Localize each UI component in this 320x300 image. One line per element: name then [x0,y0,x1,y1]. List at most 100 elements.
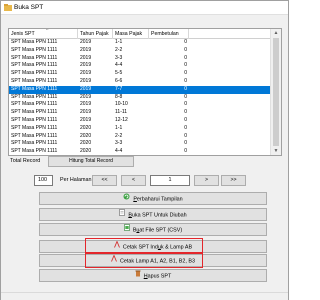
table-cell: 0 [184,124,187,131]
table-row[interactable]: SPT Masa PPN 1111 2019 4-4 0 [9,62,271,70]
column-header-tahun-pajak[interactable]: Tahun Pajak [78,29,113,39]
csv-file-icon [124,224,130,236]
table-cell: 1-1 [115,124,123,131]
table-cell: 0 [184,116,187,123]
cetak-lamp-label: Cetak Lamp A1, A2, B1, B2, B3 [120,258,195,265]
cetak-lamp-button[interactable]: Cetak Lamp A1, A2, B1, B2, B3 [39,254,267,267]
previous-page-button[interactable]: < [121,175,146,186]
table-row[interactable]: SPT Masa PPN 1111 2020 2-2 0 [9,133,271,141]
table-cell: 2-2 [115,132,123,139]
hitung-total-record-button[interactable]: Hitung Total Record [48,156,134,167]
table-cell: SPT Masa PPN 1111 [11,85,58,92]
table-cell: SPT Masa PPN 1111 [11,46,58,53]
table-cell: 0 [184,93,187,100]
scroll-up-icon[interactable]: ▲ [271,29,281,37]
table-cell: 3-3 [115,54,123,61]
table-cell: 0 [184,62,187,69]
table-cell: 0 [184,101,187,108]
hapus-spt-button[interactable]: Hapus SPT [39,269,267,282]
table-cell: SPT Masa PPN 1111 [11,101,58,108]
table-row[interactable]: SPT Masa PPN 1111 2019 5-5 0 [9,70,271,78]
table-cell: 2019 [80,101,92,108]
open-document-icon [119,209,126,221]
column-header-jenis-spt[interactable]: Jenis SPT [9,29,78,39]
scroll-down-icon[interactable]: ▼ [271,147,281,155]
table-row[interactable]: SPT Masa PPN 1111 2020 4-4 0 [9,148,271,155]
buka-post: uka SPT Untuk Diubah [131,212,187,219]
table-cell: 2019 [80,93,92,100]
buka-spt-untuk-diubah-button[interactable]: Buka SPT Untuk Diubah [39,208,267,221]
table-cell: 0 [184,54,187,61]
table-row[interactable]: SPT Masa PPN 1111 2019 2-2 0 [9,47,271,55]
table-cell: 11-11 [115,109,128,116]
buka-spt-window: Buka SPT ^ Jenis SPT Tahun Pajak Masa Pa… [0,0,289,300]
table-cell: 2019 [80,39,92,45]
table-cell: SPT Masa PPN 1111 [11,62,58,69]
table-cell: 0 [184,109,187,116]
table-cell: 2020 [80,148,92,155]
hapus-post: apus SPT [147,273,172,280]
next-page-button[interactable]: > [194,175,219,186]
table-row[interactable]: SPT Masa PPN 1111 2020 3-3 0 [9,140,271,148]
table-cell: SPT Masa PPN 1111 [11,54,58,61]
table-cell: 2019 [80,109,92,116]
per-page-label: Per Halaman [60,177,92,183]
table-cell: 0 [184,70,187,77]
column-header-pembetulan[interactable]: Pembetulan [149,29,189,39]
table-cell: SPT Masa PPN 1111 [11,124,58,131]
page-number-input[interactable]: 1 [150,175,190,186]
table-row[interactable]: SPT Masa PPN 1111 2019 7-7 0 [9,85,271,94]
app-folder-icon [4,4,12,11]
table-cell: 12-12 [115,116,128,123]
column-header-masa-pajak[interactable]: Masa Pajak [113,29,149,39]
table-row[interactable]: SPT Masa PPN 1111 2019 8-8 0 [9,94,271,102]
title-bar: Buka SPT [1,1,288,15]
last-page-button[interactable]: >> [221,175,246,186]
table-cell: 2019 [80,62,92,69]
table-cell: SPT Masa PPN 1111 [11,109,58,116]
spt-table[interactable]: ^ Jenis SPT Tahun Pajak Masa Pajak Pembe… [8,28,282,156]
buat-post: at File SPT (CSV) [139,227,183,234]
table-cell: 3-3 [115,140,123,147]
table-cell: 0 [184,39,187,45]
table-cell: 2019 [80,70,92,77]
table-cell: 1-1 [115,39,123,45]
table-row[interactable]: SPT Masa PPN 1111 2019 12-12 0 [9,117,271,125]
cetak-induk-post: k & Lamp AB [160,244,193,251]
table-cell: 7-7 [115,85,123,92]
table-body: SPT Masa PPN 1111 2019 1-1 0 SPT Masa PPN 11… [9,39,271,155]
scrollbar-thumb[interactable] [273,38,279,146]
buat-file-spt-csv-button[interactable]: Buat File SPT (CSV) [39,223,267,236]
table-cell: 5-5 [115,70,123,77]
table-cell: SPT Masa PPN 1111 [11,132,58,139]
table-row[interactable]: SPT Masa PPN 1111 2019 11-11 0 [9,109,271,117]
table-cell: 2019 [80,46,92,53]
table-cell: 2019 [80,116,92,123]
delete-icon [135,270,141,282]
table-cell: 4-4 [115,62,123,69]
first-page-button[interactable]: << [92,175,117,186]
table-cell: SPT Masa PPN 1111 [11,77,58,84]
table-cell: 10-10 [115,101,128,108]
table-header: ^ Jenis SPT Tahun Pajak Masa Pajak Pembe… [9,29,271,39]
table-cell: 0 [184,148,187,155]
vertical-scrollbar[interactable]: ▲ ▼ [270,29,281,155]
print-pdf-icon [114,240,120,253]
table-cell: 2020 [80,124,92,131]
perbaharui-post: erbaharui Tampilan [136,196,183,203]
table-row[interactable]: SPT Masa PPN 1111 2020 1-1 0 [9,125,271,133]
table-cell: 0 [184,77,187,84]
total-record-label: Total Record [10,158,41,164]
table-row[interactable]: SPT Masa PPN 1111 2019 1-1 0 [9,39,271,47]
table-row[interactable]: SPT Masa PPN 1111 2019 10-10 0 [9,101,271,109]
table-cell: 4-4 [115,148,123,155]
table-row[interactable]: SPT Masa PPN 1111 2019 6-6 0 [9,78,271,86]
table-cell: SPT Masa PPN 1111 [11,70,58,77]
perbaharui-tampilan-button[interactable]: Perbaharui Tampilan [39,192,267,205]
per-page-input[interactable]: 100 [34,175,53,186]
table-cell: 0 [184,46,187,53]
table-row[interactable]: SPT Masa PPN 1111 2019 3-3 0 [9,55,271,63]
window-title: Buka SPT [14,4,44,11]
cetak-spt-induk-button[interactable]: Cetak SPT Induk & Lamp AB [39,240,267,253]
table-cell: 6-6 [115,77,123,84]
